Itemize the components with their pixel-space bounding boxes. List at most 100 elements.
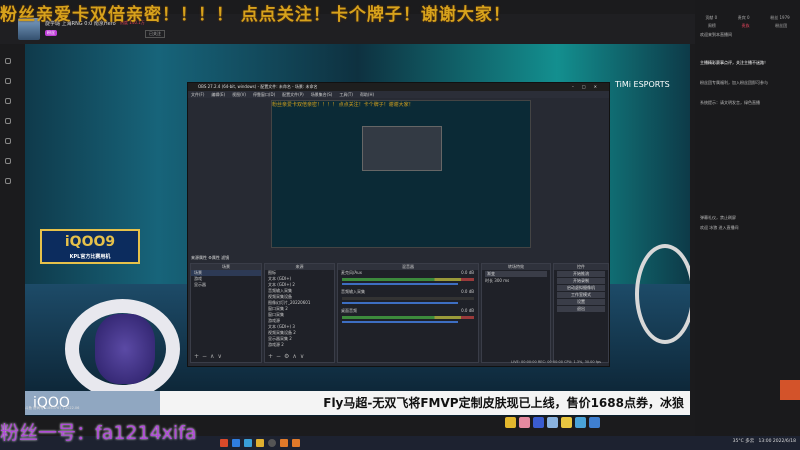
follow-icon[interactable] [4, 78, 11, 84]
tab-weekly[interactable]: 周榜 [708, 23, 716, 29]
menu-scene-collection[interactable]: 场景集合(S) [311, 92, 333, 97]
clock-date[interactable]: 2022/6/18 [773, 439, 796, 444]
source-toolbar[interactable]: +−⚙∧∨ [268, 353, 307, 360]
menu-help[interactable]: 帮助(H) [360, 92, 374, 97]
obs-window[interactable]: OBS 27.2.4 (64-bit, windows) - 配置文件: 未命名… [187, 82, 610, 367]
menu-edit[interactable]: 编辑(E) [211, 92, 225, 97]
game-icon[interactable] [4, 118, 11, 124]
gift-icon[interactable] [589, 417, 600, 428]
menu-view[interactable]: 视图(V) [232, 92, 246, 97]
channel-db: 0.0 dB [461, 270, 474, 275]
browser-icon[interactable] [220, 439, 228, 447]
chat-panel: 贡献 0 贵宾 0 粉丝 1979 周榜 贵族 粉丝团 欢迎来到本直播间 主播精… [695, 0, 800, 436]
tab-fan-club[interactable]: 粉丝团 [775, 23, 787, 29]
transition-duration[interactable]: 时长 300 ms [482, 278, 550, 284]
edge-icon[interactable] [244, 439, 252, 447]
chat-message: 欢迎来到本直播间 [700, 32, 732, 37]
app-icon[interactable] [280, 439, 288, 447]
preview-banner: 粉丝亲爱卡双倍亲密！！！！ 点点关注！卡个牌子！谢谢大家！ [272, 102, 414, 108]
volume-meter [342, 278, 474, 281]
fan-id-overlay: 粉丝一号：fa1214xifa [0, 422, 197, 444]
source-properties-bar[interactable]: 来源属性 ⚙属性 滤镜 [188, 254, 611, 262]
esports-logo: TiMi ESPORTS [615, 80, 670, 89]
video-icon[interactable] [4, 158, 11, 164]
sponsor-sign: iQOO9 KPL官方比赛用机 [40, 229, 140, 264]
tab-contribution[interactable]: 贡献 0 [705, 15, 717, 21]
menu-file[interactable]: 文件(F) [191, 92, 204, 97]
dock-header: 转场特效 [482, 264, 550, 270]
video-player[interactable]: iQOO9 KPL官方比赛用机 TiMi ESPORTS iQOO Fly马超-无… [25, 44, 690, 416]
exit-button[interactable]: 退出 [557, 306, 605, 312]
volume-meter [342, 316, 474, 319]
obs-status-bar: LIVE: 00:00:00 REC: 00:00:00 CPU: 1.3%, … [511, 360, 601, 364]
send-button[interactable] [780, 380, 800, 400]
live-icon[interactable] [4, 138, 11, 144]
gift-icon[interactable] [533, 417, 544, 428]
gift-icon[interactable] [519, 417, 530, 428]
scene-item[interactable]: 显示器 [191, 282, 261, 288]
volume-slider[interactable] [342, 302, 458, 304]
gift-icon[interactable] [561, 417, 572, 428]
news-ticker: Fly马超-无双飞将FMVP定制皮肤现已上线，售价1688点券，冰狼 [160, 391, 690, 415]
room-info: 斗鱼 房间号: 1863767 | 2022.06 [25, 406, 80, 410]
scenes-dock: 场景 场景 游戏 显示器 +−∧∨ [190, 263, 262, 363]
gift-icon[interactable] [547, 417, 558, 428]
category-icon[interactable] [4, 98, 11, 104]
chat-message: 欢迎 冰狼 进入直播间 [700, 225, 739, 230]
tab-vip[interactable]: 贵宾 0 [738, 15, 750, 21]
clock-time[interactable]: 13:00 [759, 439, 772, 444]
transitions-dock: 转场特效 渐变 时长 300 ms [481, 263, 551, 363]
chat-message: 粉丝团专属福利，加入粉丝团即可参与 [700, 80, 768, 85]
source-item[interactable]: 游戏源 2 [265, 342, 334, 348]
tab-fans[interactable]: 粉丝 1979 [770, 15, 789, 21]
scene-toolbar[interactable]: +−∧∨ [194, 353, 225, 360]
fans-badge[interactable]: 粉丝 [45, 30, 57, 36]
nested-preview [362, 126, 442, 171]
app-icon[interactable] [232, 439, 240, 447]
sources-dock: 来源 图标 文本 (GDI+) 文本 (GDI+) 2 音频输入采集 视频采集设… [264, 263, 335, 363]
menu-docks[interactable]: 停靠窗口(D) [253, 92, 275, 97]
studio-mode-button[interactable]: 工作室模式 [557, 292, 605, 298]
app-icon[interactable] [256, 439, 264, 447]
channel-label: 桌面音频 [341, 308, 357, 313]
rank-tabs: 周榜 贵族 粉丝团 [695, 23, 800, 29]
start-recording-button[interactable]: 开始录制 [557, 278, 605, 284]
volume-slider[interactable] [342, 321, 458, 323]
mixer-dock: 混音器 麦克风/Aux 0.0 dB 音频输入采集 0.0 dB 桌面音频 0.… [337, 263, 479, 363]
scrolling-banner: 粉丝亲爱卡双倍亲密！！！！ 点点关注！卡个牌子！谢谢大家！ [0, 5, 511, 25]
obs-preview[interactable]: 粉丝亲爱卡双倍亲密！！！！ 点点关注！卡个牌子！谢谢大家！ [271, 100, 531, 248]
gift-bar [505, 417, 600, 428]
controls-dock: 控件 开始推流 开始录制 启动虚拟摄像机 工作室模式 设置 退出 [553, 263, 609, 363]
settings-button[interactable]: 设置 [557, 299, 605, 305]
channel-label: 麦克风/Aux [341, 270, 362, 275]
channel-db: 0.0 dB [461, 289, 474, 294]
gift-icon[interactable] [575, 417, 586, 428]
window-controls[interactable]: –□✕ [572, 83, 605, 91]
transition-select[interactable]: 渐变 [485, 271, 547, 277]
duration-label: 时长 [485, 278, 493, 283]
menu-tools[interactable]: 工具(T) [339, 92, 353, 97]
virtual-camera-button[interactable]: 启动虚拟摄像机 [557, 285, 605, 291]
home-icon[interactable] [4, 58, 11, 64]
volume-slider[interactable] [342, 283, 458, 285]
more-icon[interactable] [4, 178, 11, 184]
chat-message: 弹幕礼仪，禁止刷屏 [700, 215, 736, 220]
app-icon[interactable] [292, 439, 300, 447]
subscribe-button[interactable]: 已关注 [145, 30, 165, 38]
chat-message: 系统提示：请文明发言，绿色直播 [700, 100, 760, 105]
obs-icon[interactable] [268, 439, 276, 447]
weather[interactable]: 35°C 多云 [733, 439, 755, 444]
tab-noble[interactable]: 贵族 [741, 23, 749, 29]
channel-db: 0.0 dB [461, 308, 474, 313]
duration-value[interactable]: 300 ms [494, 278, 509, 283]
menu-profile[interactable]: 配置文件(P) [282, 92, 304, 97]
ship-wheel [635, 244, 690, 344]
dock-header: 控件 [554, 264, 608, 270]
start-streaming-button[interactable]: 开始推流 [557, 271, 605, 277]
system-tray[interactable]: 35°C 多云 13:00 2022/6/18 [733, 438, 796, 444]
left-sidebar [0, 44, 15, 436]
gift-icon[interactable] [505, 417, 516, 428]
iqoo-corner-logo: iQOO [25, 391, 160, 415]
mixer-channel-name: 麦克风/Aux 0.0 dB [338, 270, 478, 276]
obs-title-bar: OBS 27.2.4 (64-bit, windows) - 配置文件: 未命名… [188, 83, 609, 91]
